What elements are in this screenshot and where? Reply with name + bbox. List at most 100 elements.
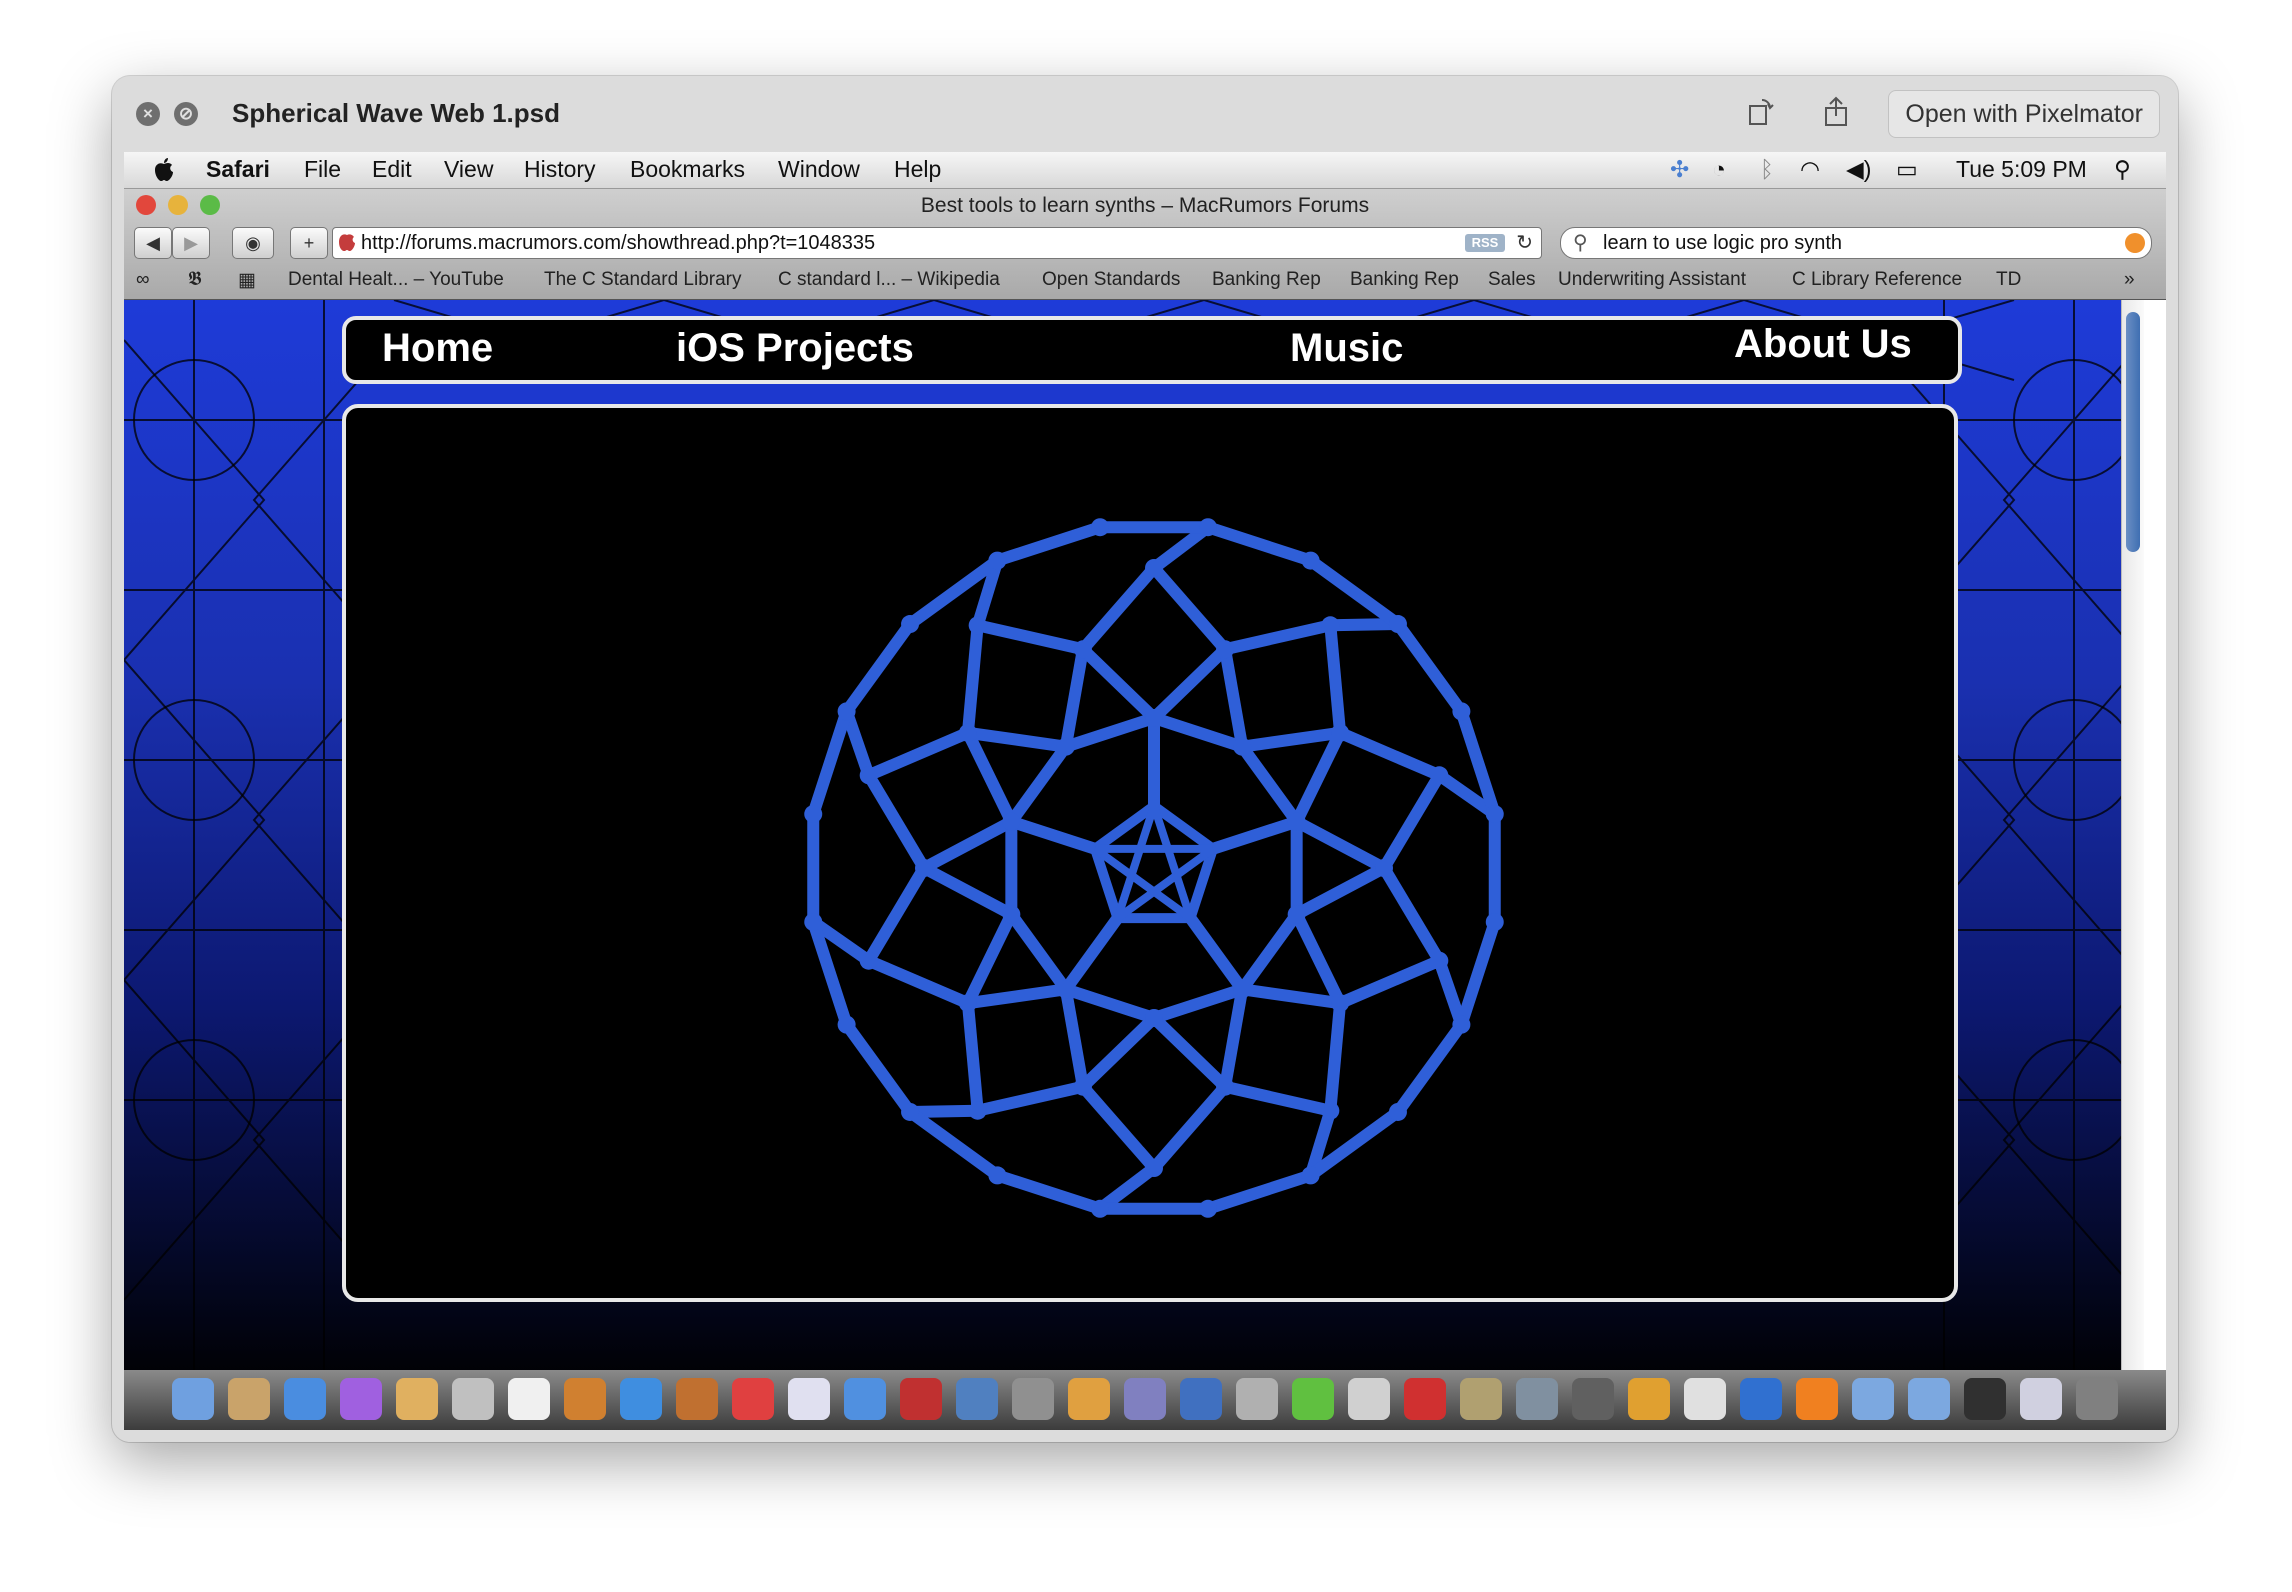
nav-home[interactable]: Home [382, 326, 493, 371]
dock-app-icon[interactable] [564, 1378, 606, 1420]
topsites-grid-icon[interactable]: ▦ [238, 269, 256, 292]
scrollbar-thumb[interactable] [2126, 312, 2140, 552]
time-machine-icon[interactable]: ◔ [1712, 156, 1726, 183]
bookmark-item[interactable]: C standard l... – Wikipedia [778, 269, 1000, 291]
dock [124, 1370, 2166, 1430]
bookmark-item[interactable]: Underwriting Assistant [1558, 269, 1746, 291]
web-page: Home iOS Projects Music About Us [124, 300, 2144, 1390]
dock-app-icon[interactable] [1124, 1378, 1166, 1420]
url-text: http://forums.macrumors.com/showthread.p… [361, 232, 876, 254]
fullscreen-icon[interactable]: ⊘ [174, 102, 198, 126]
bookmark-item[interactable]: Banking Rep [1212, 269, 1321, 291]
menu-window[interactable]: Window [778, 156, 860, 183]
dock-app-icon[interactable] [900, 1378, 942, 1420]
spotlight-icon[interactable]: ⚲ [2114, 156, 2131, 183]
dock-app-icon[interactable] [1292, 1378, 1334, 1420]
window-title: Spherical Wave Web 1.psd [232, 98, 560, 128]
search-query: learn to use logic pro synth [1603, 232, 1843, 254]
address-bar[interactable]: http://forums.macrumors.com/showthread.p… [332, 227, 1542, 259]
dock-app-icon[interactable] [1796, 1378, 1838, 1420]
dock-app-icon[interactable] [1236, 1378, 1278, 1420]
safari-toolbar: Best tools to learn synths – MacRumors F… [124, 189, 2166, 300]
clock[interactable]: Tue 5:09 PM [1956, 156, 2087, 183]
mac-menubar: Safari File Edit View History Bookmarks … [124, 152, 2166, 189]
dock-app-icon[interactable] [172, 1378, 214, 1420]
dock-app-icon[interactable] [1628, 1378, 1670, 1420]
dock-app-icon[interactable] [340, 1378, 382, 1420]
dock-app-icon[interactable] [1908, 1378, 1950, 1420]
dock-app-icon[interactable] [1180, 1378, 1222, 1420]
dock-app-icon[interactable] [228, 1378, 270, 1420]
dock-app-icon[interactable] [2076, 1378, 2118, 1420]
topsites-button[interactable]: ◉ [232, 227, 274, 259]
dock-app-icon[interactable] [1012, 1378, 1054, 1420]
menu-safari[interactable]: Safari [206, 156, 270, 183]
add-bookmark-button[interactable]: + [290, 227, 328, 259]
dock-app-icon[interactable] [2020, 1378, 2062, 1420]
dock-app-icon[interactable] [1348, 1378, 1390, 1420]
menu-bookmarks[interactable]: Bookmarks [630, 156, 745, 183]
dock-app-icon[interactable] [1684, 1378, 1726, 1420]
search-field[interactable]: ⚲ learn to use logic pro synth [1560, 227, 2152, 259]
bookmark-item[interactable]: The C Standard Library [544, 269, 742, 291]
bookmark-item[interactable]: C Library Reference [1792, 269, 1962, 291]
dropbox-icon[interactable]: ✣ [1670, 156, 1689, 183]
wifi-icon[interactable]: ◠ [1800, 156, 1820, 183]
close-icon[interactable]: × [136, 102, 160, 126]
apple-icon[interactable] [152, 157, 176, 183]
bookmark-item[interactable]: Open Standards [1042, 269, 1180, 291]
bookmark-item[interactable]: Banking Rep [1350, 269, 1459, 291]
buckyball-graphic [804, 518, 1504, 1218]
bookmark-item[interactable]: Dental Healt... – YouTube [288, 269, 504, 291]
nav-about-us[interactable]: About Us [1734, 322, 1912, 367]
dock-app-icon[interactable] [1068, 1378, 1110, 1420]
dock-app-icon[interactable] [1516, 1378, 1558, 1420]
nav-ios-projects[interactable]: iOS Projects [676, 326, 914, 371]
rss-badge[interactable]: RSS [1465, 234, 1505, 252]
dock-app-icon[interactable] [1852, 1378, 1894, 1420]
more-bookmarks-icon[interactable]: » [2124, 269, 2135, 291]
safari-window-title: Best tools to learn synths – MacRumors F… [920, 194, 1370, 217]
reload-icon[interactable]: ↻ [1516, 230, 1533, 255]
bookmark-item[interactable]: TD [1996, 269, 2021, 291]
dock-app-icon[interactable] [1460, 1378, 1502, 1420]
share-icon[interactable] [1818, 94, 1854, 130]
quicklook-titlebar: × ⊘ Spherical Wave Web 1.psd Open with P… [112, 76, 2178, 152]
search-clear-icon[interactable] [2125, 233, 2145, 253]
screenshot-preview: Safari File Edit View History Bookmarks … [124, 152, 2166, 1430]
menu-view[interactable]: View [444, 156, 493, 183]
dock-app-icon[interactable] [676, 1378, 718, 1420]
dock-app-icon[interactable] [788, 1378, 830, 1420]
menu-help[interactable]: Help [894, 156, 941, 183]
bluetooth-icon[interactable]: ᛒ [1760, 156, 1774, 183]
bookmark-item[interactable]: Sales [1488, 269, 1536, 291]
menu-file[interactable]: File [304, 156, 341, 183]
dock-app-icon[interactable] [1740, 1378, 1782, 1420]
dock-app-icon[interactable] [844, 1378, 886, 1420]
site-navigation: Home iOS Projects Music About Us [342, 316, 1962, 384]
volume-icon[interactable]: ◀) [1846, 156, 1871, 183]
menu-edit[interactable]: Edit [372, 156, 412, 183]
forward-button[interactable]: ▶ [172, 227, 210, 259]
dock-app-icon[interactable] [508, 1378, 550, 1420]
menu-history[interactable]: History [524, 156, 596, 183]
bookmarks-bar: ∞ 𝕭 ▦ Dental Healt... – YouTube The C St… [124, 265, 2166, 295]
macrumors-favicon [337, 231, 357, 251]
dock-app-icon[interactable] [956, 1378, 998, 1420]
nav-music[interactable]: Music [1290, 326, 1403, 371]
back-button[interactable]: ◀ [134, 227, 172, 259]
vertical-scrollbar[interactable] [2121, 300, 2144, 1390]
dock-app-icon[interactable] [284, 1378, 326, 1420]
dock-app-icon[interactable] [732, 1378, 774, 1420]
dock-app-icon[interactable] [1572, 1378, 1614, 1420]
dock-app-icon[interactable] [396, 1378, 438, 1420]
dock-app-icon[interactable] [1964, 1378, 2006, 1420]
dock-app-icon[interactable] [620, 1378, 662, 1420]
dock-app-icon[interactable] [452, 1378, 494, 1420]
reading-list-icon[interactable]: ∞ [136, 269, 150, 291]
dock-app-icon[interactable] [1404, 1378, 1446, 1420]
rotate-icon[interactable] [1742, 94, 1778, 130]
open-with-pixelmator-button[interactable]: Open with Pixelmator [1888, 90, 2160, 138]
bookmarks-book-icon[interactable]: 𝕭 [188, 269, 202, 291]
battery-icon[interactable]: ▭ [1896, 156, 1918, 183]
